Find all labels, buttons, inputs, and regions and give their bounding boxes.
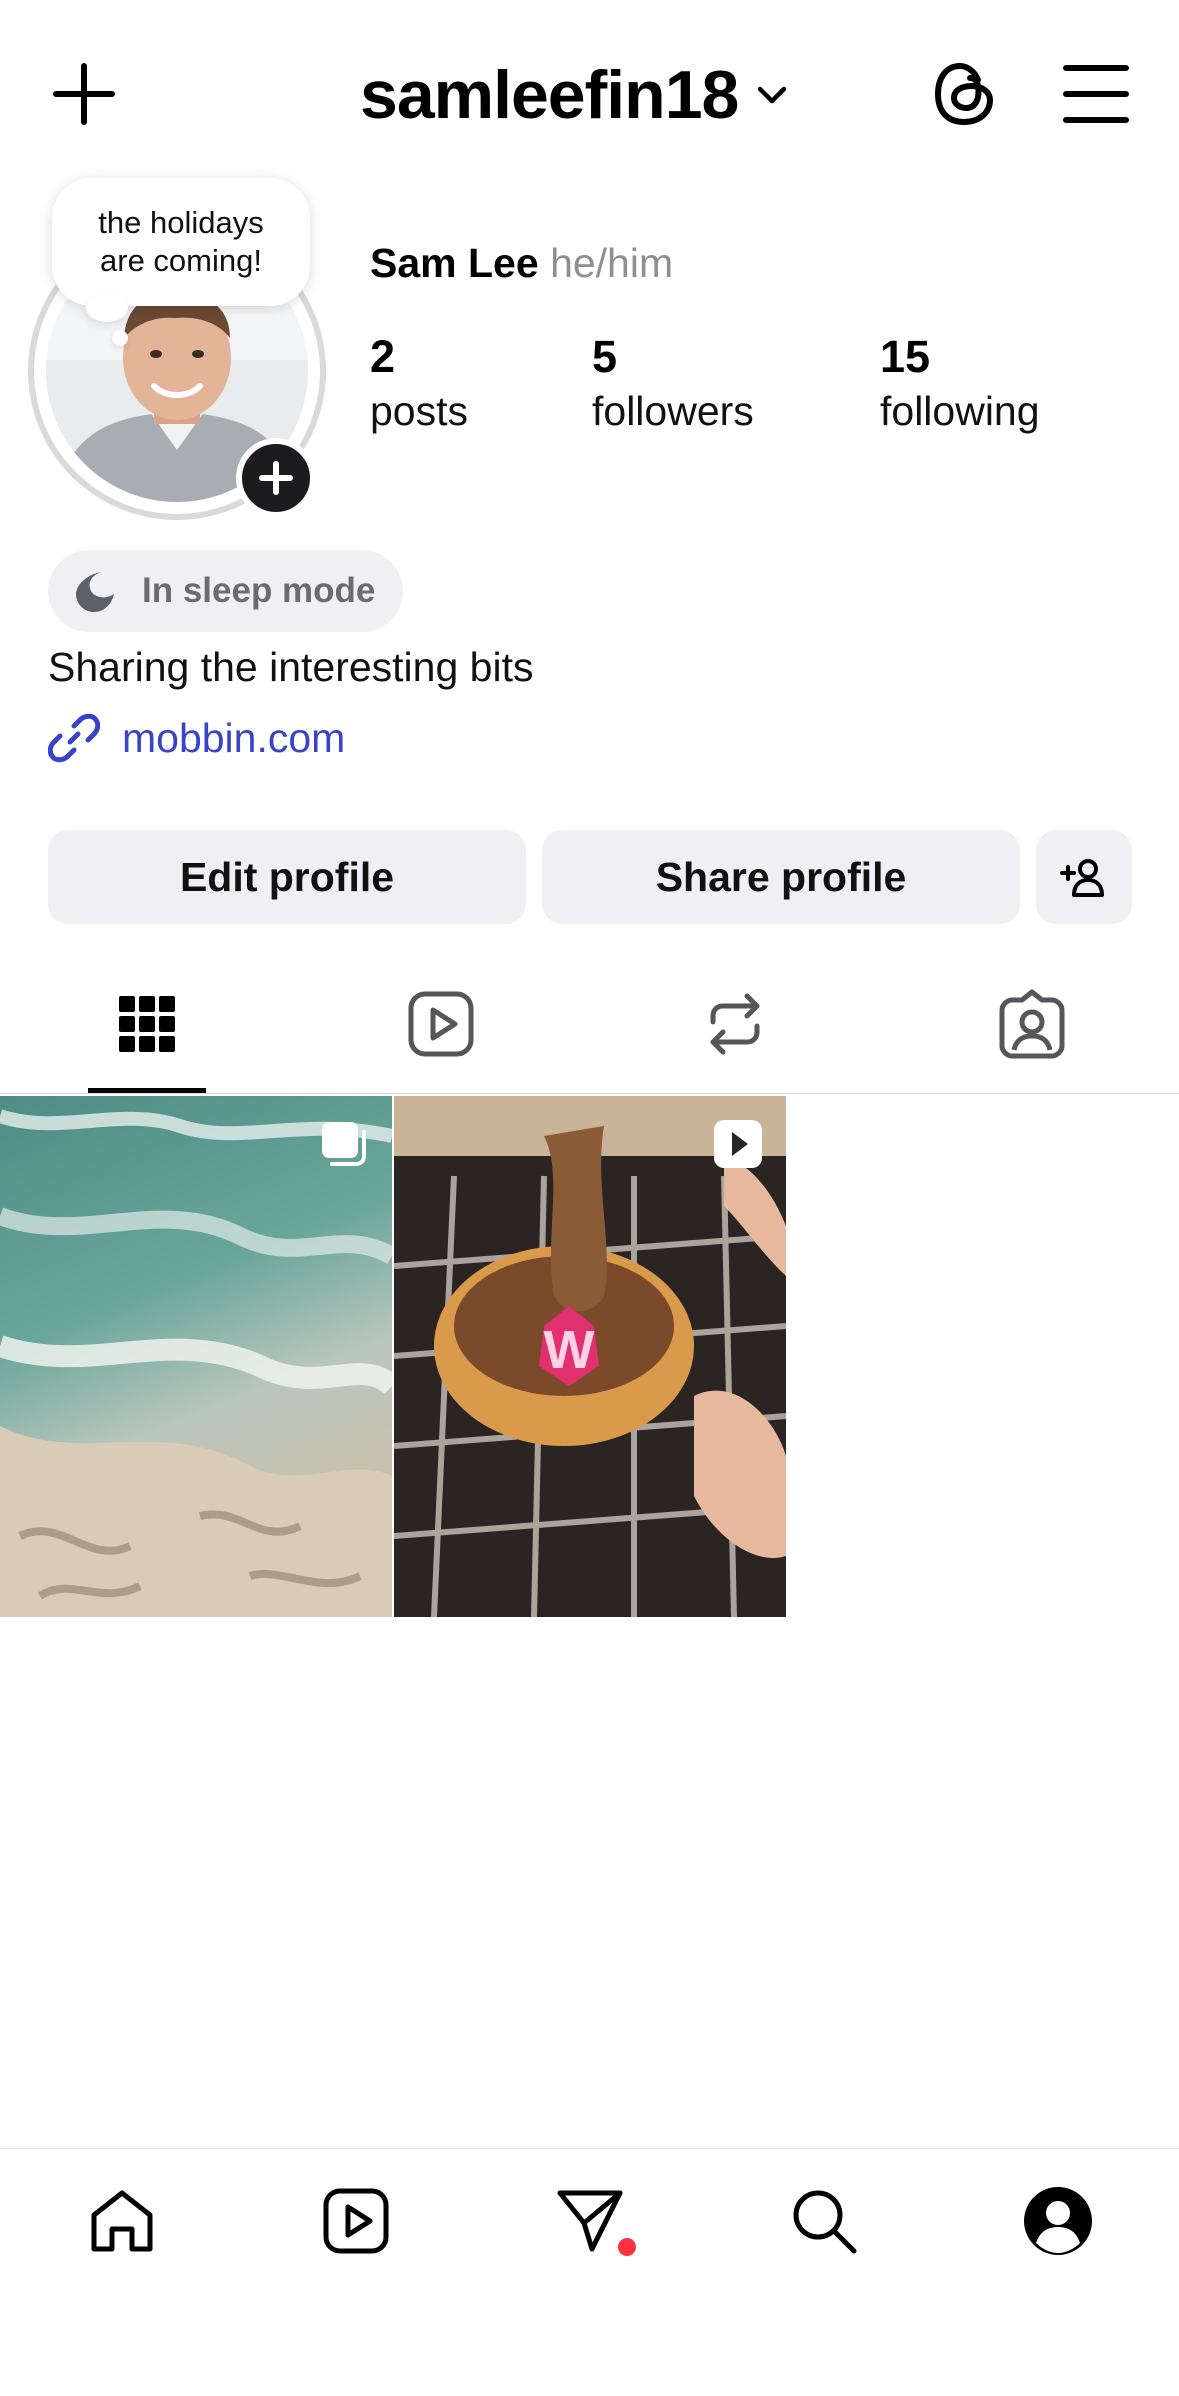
menu-icon[interactable] [1060,60,1132,128]
chevron-down-icon [758,86,787,104]
post-image-ocean [0,1096,392,1617]
status-pill[interactable]: In sleep mode [48,550,404,632]
note-bubble-tail-dot [112,330,128,346]
post-image-cookie: W [394,1096,786,1617]
direct-messages-icon[interactable] [554,2185,626,2257]
note-bubble-tail [86,294,128,322]
status-text: In sleep mode [142,571,376,610]
notification-dot [618,2238,636,2256]
reels-nav-icon[interactable] [320,2185,392,2257]
post-tile[interactable] [0,1096,392,1617]
account-switcher[interactable]: samleefin18 [360,50,792,140]
plus-icon[interactable] [48,58,120,130]
post-tile[interactable]: W [394,1096,786,1617]
posts-grid-tab[interactable] [111,988,183,1060]
note-bubble[interactable]: the holidays are coming! [52,178,310,306]
reposts-tab[interactable] [699,988,771,1060]
posts-count: 2 [370,331,396,382]
link-icon [48,713,100,763]
play-icon [714,1120,762,1168]
share-profile-button[interactable]: Share profile [542,830,1020,924]
add-story-button[interactable] [236,438,316,518]
posts-label: posts [370,388,468,434]
add-person-icon [1060,859,1104,897]
following-count: 15 [880,331,931,382]
svg-text:W: W [544,1320,595,1380]
username: samleefin18 [360,57,739,133]
profile-icon[interactable] [1022,2185,1094,2257]
profile-name: Sam Lee [370,240,539,286]
followers-label: followers [592,388,754,434]
plus-icon [259,461,293,495]
moon-icon [76,572,114,612]
following-stat[interactable]: 15 following [880,330,1040,438]
tab-divider [0,1093,1179,1094]
multiple-icon [322,1122,366,1166]
posts-stat[interactable]: 2 posts [370,330,468,438]
bio-text: Sharing the interesting bits [48,644,534,690]
followers-count: 5 [592,331,618,382]
search-icon[interactable] [788,2185,860,2257]
followers-stat[interactable]: 5 followers [592,330,754,438]
reels-tab[interactable] [405,988,477,1060]
pronouns: he/him [550,240,674,286]
edit-profile-button[interactable]: Edit profile [48,830,526,924]
profile-name-line: Sam Lee he/him [370,240,673,287]
home-icon[interactable] [86,2185,158,2257]
bottom-nav-divider [0,2148,1179,2149]
following-label: following [880,388,1040,434]
tagged-tab[interactable] [996,988,1068,1060]
link-text: mobbin.com [122,714,346,761]
profile-link[interactable]: mobbin.com [48,712,345,764]
discover-people-button[interactable] [1036,830,1132,924]
threads-icon[interactable] [928,56,1000,132]
